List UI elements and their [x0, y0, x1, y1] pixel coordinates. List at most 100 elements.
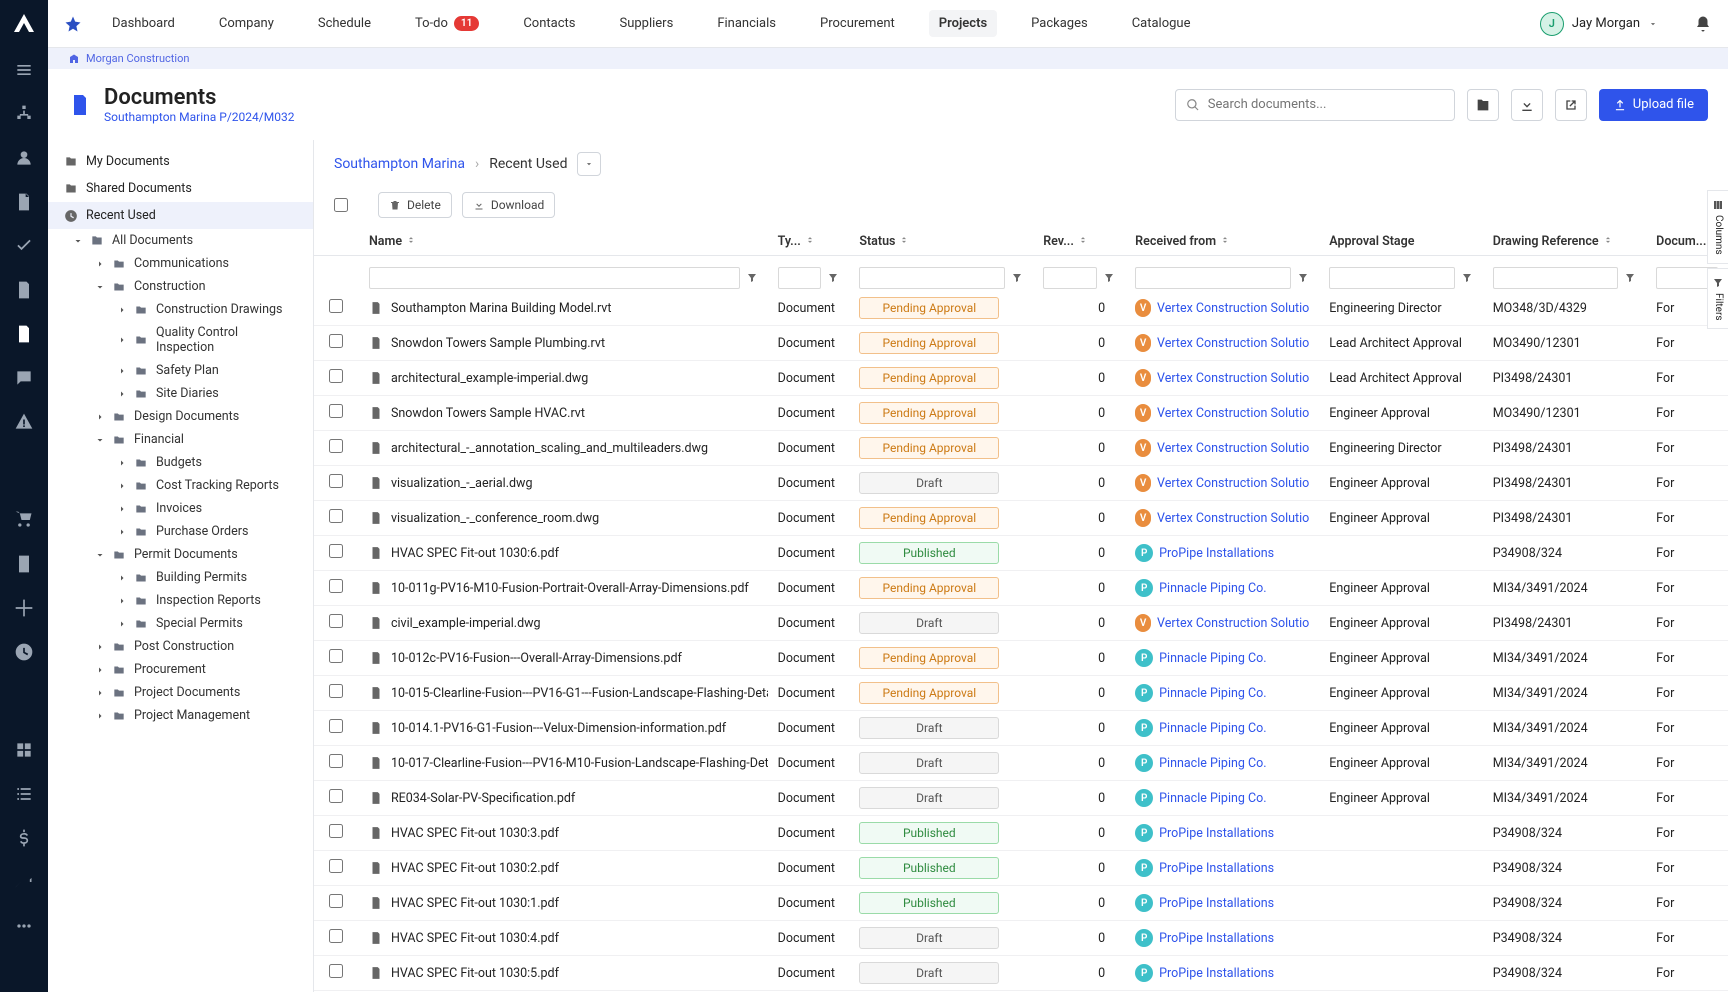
row-checkbox[interactable] — [329, 894, 343, 908]
sitemap-icon[interactable] — [14, 104, 34, 124]
row-checkbox[interactable] — [329, 754, 343, 768]
dollar-icon[interactable] — [14, 828, 34, 848]
nav-item-procurement[interactable]: Procurement — [810, 10, 905, 37]
col-stage[interactable]: Approval Stage — [1319, 228, 1482, 256]
nav-item-to-do[interactable]: To-do11 — [405, 10, 489, 37]
folder-item[interactable]: Construction — [48, 275, 313, 298]
more-icon[interactable] — [14, 916, 34, 936]
folder-item[interactable]: Financial — [48, 428, 313, 451]
folder-item[interactable]: Quality Control Inspection — [48, 321, 313, 359]
received-from[interactable]: PProPipe Installations — [1135, 964, 1309, 982]
col-type[interactable]: Ty... — [768, 228, 850, 256]
received-from[interactable]: VVertex Construction Solutio — [1135, 509, 1309, 527]
received-from[interactable]: PPinnacle Piping Co. — [1135, 649, 1309, 667]
filter-icon[interactable] — [746, 272, 758, 284]
row-checkbox[interactable] — [329, 334, 343, 348]
nav-item-financials[interactable]: Financials — [707, 10, 786, 37]
received-from[interactable]: PPinnacle Piping Co. — [1135, 789, 1309, 807]
received-from[interactable]: VVertex Construction Solutio — [1135, 404, 1309, 422]
shared-documents-item[interactable]: Shared Documents — [48, 175, 313, 202]
received-from[interactable]: PPinnacle Piping Co. — [1135, 579, 1309, 597]
folder-item[interactable]: Cost Tracking Reports — [48, 474, 313, 497]
row-checkbox[interactable] — [329, 824, 343, 838]
row-checkbox[interactable] — [329, 929, 343, 943]
invoice-icon[interactable] — [14, 554, 34, 574]
row-checkbox[interactable] — [329, 614, 343, 628]
nav-item-suppliers[interactable]: Suppliers — [609, 10, 683, 37]
table-row[interactable]: visualization_-_conference_room.dwg Docu… — [314, 501, 1728, 536]
col-rev[interactable]: Rev... — [1033, 228, 1125, 256]
file-plus-icon[interactable] — [14, 280, 34, 300]
received-from[interactable]: VVertex Construction Solutio — [1135, 439, 1309, 457]
select-all-checkbox[interactable] — [334, 198, 348, 212]
col-received[interactable]: Received from — [1125, 228, 1319, 256]
row-checkbox[interactable] — [329, 684, 343, 698]
bell-icon[interactable] — [1694, 15, 1712, 33]
col-ref[interactable]: Drawing Reference — [1483, 228, 1646, 256]
filter-received-input[interactable] — [1135, 267, 1291, 289]
columns-panel-tab[interactable]: Columns — [1707, 190, 1728, 264]
folder-item[interactable]: All Documents — [48, 229, 313, 252]
received-from[interactable]: VVertex Construction Solutio — [1135, 614, 1309, 632]
nav-item-contacts[interactable]: Contacts — [513, 10, 585, 37]
table-row[interactable]: 10-011g-PV16-M10-Fusion-Portrait-Overall… — [314, 571, 1728, 606]
table-row[interactable]: HVAC SPEC Fit-out 1030:1.pdf Document Pu… — [314, 886, 1728, 921]
filter-rev-input[interactable] — [1043, 267, 1097, 289]
table-row[interactable]: architectural_-_annotation_scaling_and_m… — [314, 431, 1728, 466]
star-icon[interactable] — [64, 15, 82, 33]
folder-item[interactable]: Safety Plan — [48, 359, 313, 382]
col-name[interactable]: Name — [359, 228, 768, 256]
row-checkbox[interactable] — [329, 789, 343, 803]
my-documents-item[interactable]: My Documents — [48, 148, 313, 175]
clock-icon[interactable] — [14, 642, 34, 662]
filter-icon[interactable] — [1297, 272, 1309, 284]
folder-item[interactable]: Budgets — [48, 451, 313, 474]
folder-item[interactable]: Design Documents — [48, 405, 313, 428]
filter-icon[interactable] — [1103, 272, 1115, 284]
received-from[interactable]: PProPipe Installations — [1135, 824, 1309, 842]
table-row[interactable]: HVAC SPEC Fit-out 1030:5.pdf Document Dr… — [314, 956, 1728, 991]
file-icon[interactable] — [14, 192, 34, 212]
search-input[interactable] — [1208, 97, 1444, 112]
folder-item[interactable]: Invoices — [48, 497, 313, 520]
received-from[interactable]: PProPipe Installations — [1135, 859, 1309, 877]
table-row[interactable]: 10-012c-PV16-Fusion---Overall-Array-Dime… — [314, 641, 1728, 676]
row-checkbox[interactable] — [329, 579, 343, 593]
recent-used-item[interactable]: Recent Used — [48, 202, 313, 229]
row-checkbox[interactable] — [329, 649, 343, 663]
chat-icon[interactable] — [14, 368, 34, 388]
received-from[interactable]: PPinnacle Piping Co. — [1135, 719, 1309, 737]
folder-item[interactable]: Building Permits — [48, 566, 313, 589]
received-from[interactable]: PProPipe Installations — [1135, 929, 1309, 947]
detail-list-icon[interactable] — [14, 784, 34, 804]
upload-button[interactable]: Upload file — [1599, 89, 1708, 121]
share-button[interactable] — [1555, 89, 1587, 121]
row-checkbox[interactable] — [329, 544, 343, 558]
table-row[interactable]: HVAC SPEC Fit-out 1030:6.pdf Document Pu… — [314, 536, 1728, 571]
grid-icon[interactable] — [14, 740, 34, 760]
table-row[interactable]: Snowdon Towers Sample HVAC.rvt Document … — [314, 396, 1728, 431]
received-from[interactable]: PPinnacle Piping Co. — [1135, 754, 1309, 772]
table-row[interactable]: RE034-Solar-PV-Specification.pdf Documen… — [314, 781, 1728, 816]
filter-name-input[interactable] — [369, 267, 740, 289]
filter-icon[interactable] — [827, 272, 839, 284]
project-link[interactable]: Southampton Marina P/2024/M032 — [104, 110, 1163, 124]
cart-icon[interactable] — [14, 510, 34, 530]
nav-item-schedule[interactable]: Schedule — [308, 10, 381, 37]
row-checkbox[interactable] — [329, 474, 343, 488]
filter-ref-input[interactable] — [1493, 267, 1618, 289]
table-row[interactable]: 10-015-Clearline-Fusion---PV16-G1---Fusi… — [314, 676, 1728, 711]
row-checkbox[interactable] — [329, 439, 343, 453]
received-from[interactable]: PProPipe Installations — [1135, 894, 1309, 912]
received-from[interactable]: VVertex Construction Solutio — [1135, 369, 1309, 387]
table-row[interactable]: Snowdon Towers Sample Plumbing.rvt Docum… — [314, 326, 1728, 361]
folder-item[interactable]: Site Diaries — [48, 382, 313, 405]
filter-type-input[interactable] — [778, 267, 822, 289]
folder-item[interactable]: Special Permits — [48, 612, 313, 635]
folder-item[interactable]: Procurement — [48, 658, 313, 681]
table-row[interactable]: visualization_-_aerial.dwg Document Draf… — [314, 466, 1728, 501]
received-from[interactable]: PProPipe Installations — [1135, 544, 1309, 562]
table-row[interactable]: Southampton Marina Building Model.rvt Do… — [314, 291, 1728, 326]
users-icon[interactable] — [14, 148, 34, 168]
download-button[interactable] — [1511, 89, 1543, 121]
